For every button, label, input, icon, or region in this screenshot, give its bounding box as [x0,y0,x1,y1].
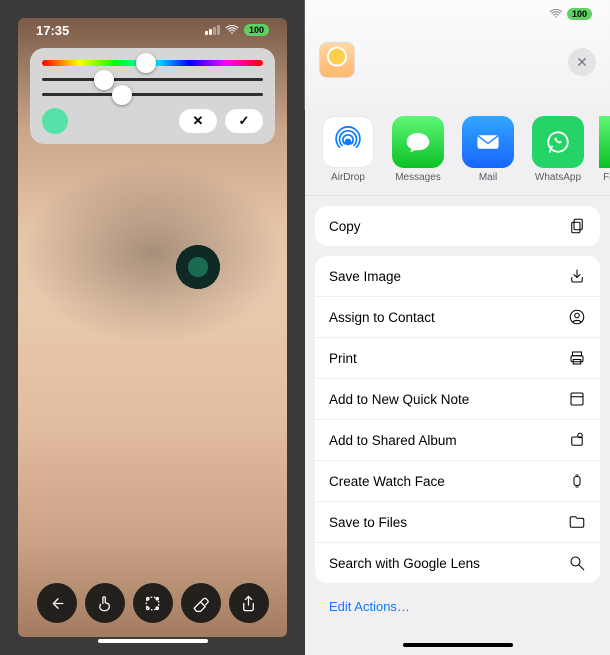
share-preview-thumb[interactable] [319,42,355,78]
messages-icon [392,116,444,168]
color-preview-dot[interactable] [42,108,68,134]
action-label: Copy [329,219,361,234]
saturation-thumb[interactable] [94,70,114,90]
path-tool-button[interactable] [133,583,173,623]
action-assign-contact[interactable]: Assign to Contact [315,296,600,337]
print-icon [568,349,586,367]
eraser-tool-button[interactable] [181,583,221,623]
action-watch-face[interactable]: Create Watch Face [315,460,600,501]
action-save-image[interactable]: Save Image [315,256,600,296]
watch-icon [568,472,586,490]
hue-slider[interactable] [42,60,263,66]
luminance-slider[interactable] [42,93,263,96]
clock: 17:35 [36,23,69,38]
cancel-button[interactable]: ✕ [179,109,217,133]
luminance-thumb[interactable] [112,85,132,105]
quicknote-icon [568,390,586,408]
contact-icon [568,308,586,326]
editor-screen: 17:35 100 ✕ ✓ [0,0,305,655]
action-label: Add to Shared Album [329,433,457,448]
cellular-icon [205,25,220,35]
action-copy[interactable]: Copy [315,206,600,246]
app-mail[interactable]: Mail [459,116,517,183]
battery-badge: 100 [244,24,269,36]
whatsapp-icon [532,116,584,168]
hue-thumb[interactable] [136,53,156,73]
action-label: Add to New Quick Note [329,392,469,407]
action-label: Assign to Contact [329,310,435,325]
folder-icon [568,513,586,531]
share-app-row[interactable]: AirDrop Messages Mail WhatsApp Fa [305,110,610,196]
action-quick-note[interactable]: Add to New Quick Note [315,378,600,419]
wifi-icon [225,25,239,35]
app-label: Messages [395,172,441,183]
action-label: Create Watch Face [329,474,445,489]
editor-toolbar [0,583,305,623]
action-label: Save to Files [329,515,407,530]
app-messages[interactable]: Messages [389,116,447,183]
action-google-lens[interactable]: Search with Google Lens [315,542,600,583]
share-sheet: 100 ✕ AirDrop Messages Mail [305,0,610,655]
finger-tool-button[interactable] [85,583,125,623]
home-indicator[interactable] [403,643,513,647]
action-print[interactable]: Print [315,337,600,378]
battery-badge: 100 [567,8,592,20]
share-actions-body[interactable]: Copy Save Image Assign to Contact Print … [305,196,610,655]
edit-actions-link[interactable]: Edit Actions… [315,593,600,624]
mail-icon [462,116,514,168]
confirm-button[interactable]: ✓ [225,109,263,133]
close-button[interactable]: ✕ [568,48,596,76]
back-button[interactable] [37,583,77,623]
status-icons: 100 [205,24,269,36]
app-label: WhatsApp [535,172,581,183]
wifi-icon [549,9,563,19]
share-header: 100 ✕ [305,0,610,110]
action-label: Search with Google Lens [329,556,480,571]
app-label: AirDrop [331,172,365,183]
action-label: Print [329,351,357,366]
facetime-icon [599,116,610,168]
home-indicator[interactable] [98,639,208,643]
app-facetime[interactable]: Fa [599,116,610,183]
status-bar-right: 100 [549,8,592,20]
share-button[interactable] [229,583,269,623]
app-label: Fa [603,172,610,183]
copy-card: Copy [315,206,600,246]
app-airdrop[interactable]: AirDrop [319,116,377,183]
status-bar: 17:35 100 [18,18,287,42]
action-shared-album[interactable]: Add to Shared Album [315,419,600,460]
app-label: Mail [479,172,497,183]
actions-card: Save Image Assign to Contact Print Add t… [315,256,600,583]
download-icon [568,267,586,285]
airdrop-icon [322,116,374,168]
search-icon [568,554,586,572]
app-whatsapp[interactable]: WhatsApp [529,116,587,183]
copy-icon [568,217,586,235]
color-slider-panel: ✕ ✓ [30,48,275,144]
saturation-slider[interactable] [42,78,263,81]
action-label: Save Image [329,269,401,284]
action-save-files[interactable]: Save to Files [315,501,600,542]
shared-album-icon [568,431,586,449]
